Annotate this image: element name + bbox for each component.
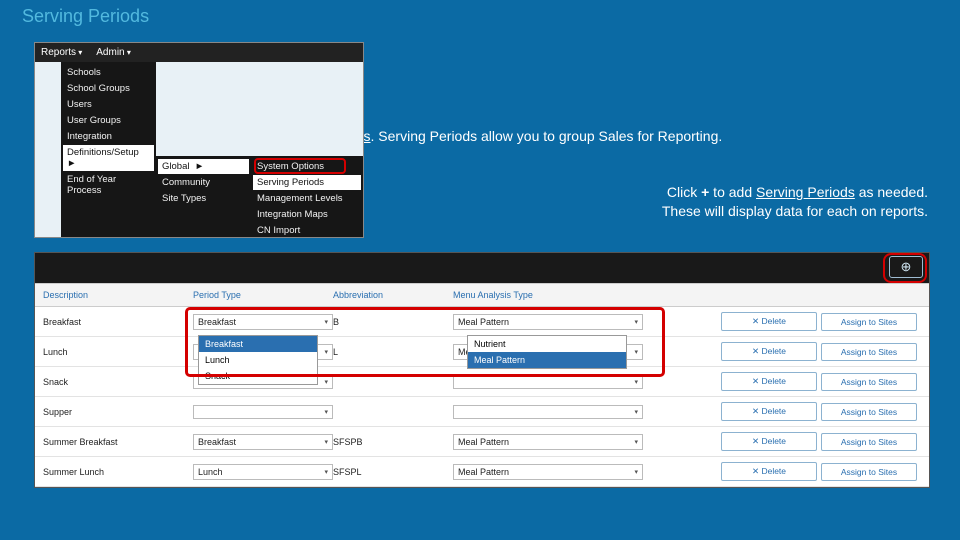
- meal-analysis-select[interactable]: Meal Pattern: [453, 464, 643, 480]
- defs-item-global[interactable]: Global ►: [158, 159, 249, 174]
- delete-button[interactable]: ✕ Delete: [721, 342, 817, 361]
- th-period-type: Period Type: [193, 290, 333, 300]
- cell-description: Breakfast: [43, 317, 193, 327]
- assign-to-sites-button[interactable]: Assign to Sites: [821, 373, 917, 391]
- menubar-reports[interactable]: Reports: [41, 47, 82, 58]
- admin-item[interactable]: Integration: [67, 131, 150, 142]
- cell-description: Snack: [43, 377, 193, 387]
- admin-menu-screenshot: Reports Admin Schools School Groups User…: [34, 42, 364, 238]
- period-type-select[interactable]: Lunch: [193, 464, 333, 480]
- delete-button[interactable]: ✕ Delete: [721, 462, 817, 481]
- assign-to-sites-button[interactable]: Assign to Sites: [821, 463, 917, 481]
- page-title: Serving Periods: [22, 6, 149, 27]
- table-row: Supper ✕ DeleteAssign to Sites: [35, 397, 929, 427]
- meal-analysis-select[interactable]: Meal Pattern: [453, 434, 643, 450]
- cell-description: Supper: [43, 407, 193, 417]
- cell-abbreviation: SFSPL: [333, 467, 453, 477]
- admin-item[interactable]: Schools: [67, 67, 150, 78]
- table-action-bar: ⊕: [35, 253, 929, 283]
- highlight-serving-periods: [254, 158, 346, 174]
- delete-button[interactable]: ✕ Delete: [721, 372, 817, 391]
- global-item[interactable]: Management Levels: [257, 193, 357, 204]
- global-item-serving-periods[interactable]: Serving Periods: [253, 175, 361, 190]
- table-header: Description Period Type Abbreviation Men…: [35, 283, 929, 307]
- cell-abbreviation: SFSPB: [333, 437, 453, 447]
- delete-button[interactable]: ✕ Delete: [721, 402, 817, 421]
- table-row: Summer LunchLunchSFSPLMeal Pattern ✕ Dele…: [35, 457, 929, 487]
- cell-description: Summer Breakfast: [43, 437, 193, 447]
- assign-to-sites-button[interactable]: Assign to Sites: [821, 343, 917, 361]
- menubar-admin[interactable]: Admin: [96, 47, 131, 58]
- th-menu-analysis: Menu Analysis Type: [453, 290, 643, 300]
- assign-to-sites-button[interactable]: Assign to Sites: [821, 433, 917, 451]
- serving-periods-table: ⊕ Description Period Type Abbreviation M…: [34, 252, 930, 488]
- admin-item[interactable]: Users: [67, 99, 150, 110]
- defs-item[interactable]: Community: [162, 177, 245, 188]
- cell-description: Summer Lunch: [43, 467, 193, 477]
- period-type-select[interactable]: Breakfast: [193, 434, 333, 450]
- menubar: Reports Admin: [35, 43, 363, 62]
- meal-analysis-select[interactable]: [453, 405, 643, 419]
- table-row: Summer BreakfastBreakfastSFSPBMeal Patte…: [35, 427, 929, 457]
- admin-item[interactable]: School Groups: [67, 83, 150, 94]
- delete-button[interactable]: ✕ Delete: [721, 432, 817, 451]
- th-abbreviation: Abbreviation: [333, 290, 453, 300]
- admin-submenu: Schools School Groups Users User Groups …: [61, 62, 156, 237]
- admin-item[interactable]: End of Year Process: [67, 174, 150, 196]
- admin-item[interactable]: User Groups: [67, 115, 150, 126]
- definitions-submenu: Global ► Community Site Types: [156, 156, 251, 237]
- assign-to-sites-button[interactable]: Assign to Sites: [821, 313, 917, 331]
- th-description: Description: [43, 290, 193, 300]
- cell-description: Lunch: [43, 347, 193, 357]
- highlight-plus: [883, 253, 927, 283]
- global-item[interactable]: CN Import: [257, 225, 357, 236]
- global-item[interactable]: Integration Maps: [257, 209, 357, 220]
- period-type-select[interactable]: [193, 405, 333, 419]
- defs-item[interactable]: Site Types: [162, 193, 245, 204]
- caption-click-plus: Click + to add Serving Periods as needed…: [598, 183, 928, 221]
- assign-to-sites-button[interactable]: Assign to Sites: [821, 403, 917, 421]
- admin-item-definitions[interactable]: Definitions/Setup ►: [63, 145, 154, 171]
- delete-button[interactable]: ✕ Delete: [721, 312, 817, 331]
- highlight-row-fields: [185, 307, 665, 377]
